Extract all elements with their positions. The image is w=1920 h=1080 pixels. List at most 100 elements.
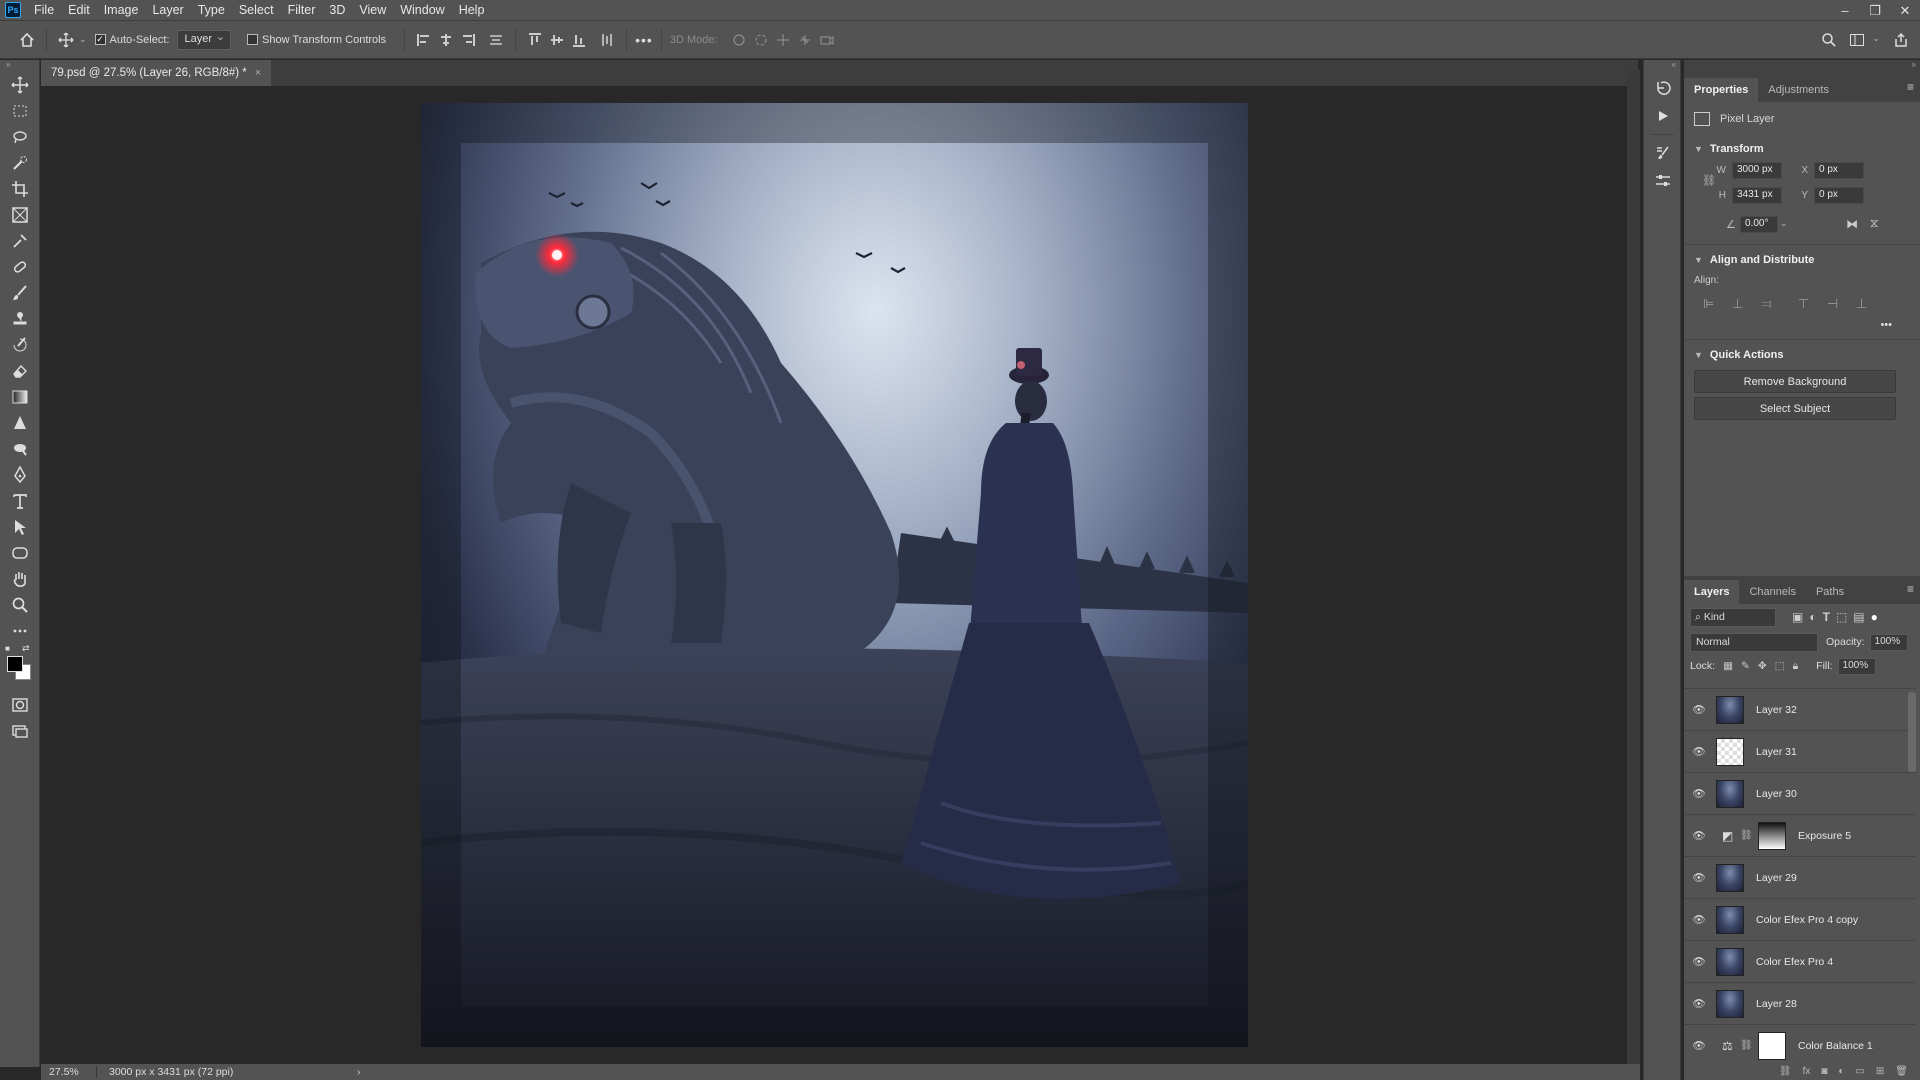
zoom-tool-icon[interactable]: [0, 592, 40, 618]
layer-row[interactable]: 👁︎ Layer 28: [1684, 982, 1916, 1024]
layer-row[interactable]: 👁︎ Color Efex Pro 4 copy: [1684, 898, 1916, 940]
brush-settings-icon[interactable]: [1644, 139, 1682, 167]
dodge-tool-icon[interactable]: [0, 436, 40, 462]
panel-collapse-icon[interactable]: »: [1684, 60, 1920, 74]
lock-artboard-icon[interactable]: ⬚: [1775, 660, 1785, 672]
move-tool-icon[interactable]: [0, 72, 40, 98]
align-section-header[interactable]: ▼ Align and Distribute: [1684, 249, 1920, 271]
marquee-tool-icon[interactable]: [0, 98, 40, 124]
layer-row[interactable]: 👁︎ Layer 32: [1684, 688, 1916, 730]
lock-position-icon[interactable]: ✥: [1758, 660, 1767, 672]
screen-mode-icon[interactable]: [0, 718, 40, 744]
align-middle-icon[interactable]: [546, 29, 568, 51]
properties-panel-menu-icon[interactable]: ≡: [1907, 80, 1914, 94]
visibility-eye-icon[interactable]: 👁︎: [1684, 1039, 1714, 1052]
swap-colors-icon[interactable]: ⇄: [22, 643, 30, 654]
layer-row[interactable]: 👁︎ Layer 30: [1684, 772, 1916, 814]
workspace-icon[interactable]: [1846, 29, 1868, 51]
default-colors-icon[interactable]: ■: [5, 644, 10, 653]
toolbar-collapse-icon[interactable]: »: [0, 60, 39, 72]
filter-toggle-icon[interactable]: ●: [1871, 610, 1878, 624]
adjustment-sliders-icon[interactable]: [1644, 167, 1682, 195]
path-selection-tool-icon[interactable]: [0, 514, 40, 540]
angle-input[interactable]: 0.00°: [1740, 216, 1778, 233]
healing-brush-tool-icon[interactable]: [0, 254, 40, 280]
flip-vertical-icon[interactable]: ⧖: [1870, 216, 1878, 231]
menu-help[interactable]: Help: [452, 0, 492, 21]
foreground-color-swatch[interactable]: [7, 656, 23, 672]
visibility-eye-icon[interactable]: 👁︎: [1684, 703, 1714, 716]
hand-tool-icon[interactable]: [0, 566, 40, 592]
3d-pan-icon[interactable]: [772, 29, 794, 51]
angle-dropdown-icon[interactable]: ⌄: [1780, 218, 1788, 229]
auto-select-target-dropdown[interactable]: Layer: [177, 29, 231, 50]
lock-image-icon[interactable]: ✎: [1741, 660, 1750, 672]
auto-select-checkbox[interactable]: ✓: [94, 34, 106, 45]
layer-row[interactable]: 👁︎ ◩ ⛓ Exposure 5: [1684, 814, 1916, 856]
tool-preset-chevron-icon[interactable]: ⌄: [79, 34, 87, 45]
actions-play-icon[interactable]: [1644, 102, 1682, 130]
layers-panel-menu-icon[interactable]: ≡: [1907, 582, 1914, 596]
shape-tool-icon[interactable]: [0, 540, 40, 566]
menu-view[interactable]: View: [352, 0, 393, 21]
tab-adjustments[interactable]: Adjustments: [1758, 78, 1839, 102]
layer-filter-kind-dropdown[interactable]: ⌕ Kind: [1690, 607, 1776, 627]
canvas-vertical-scrollbar[interactable]: [1627, 70, 1640, 1064]
tab-properties[interactable]: Properties: [1684, 78, 1759, 102]
share-icon[interactable]: [1890, 29, 1912, 51]
layer-row[interactable]: 👁︎ Color Efex Pro 4: [1684, 940, 1916, 982]
visibility-eye-icon[interactable]: 👁︎: [1684, 745, 1714, 758]
eraser-tool-icon[interactable]: [0, 358, 40, 384]
fill-input[interactable]: 100%: [1837, 657, 1876, 675]
menu-3d[interactable]: 3D: [322, 0, 352, 21]
menu-edit[interactable]: Edit: [61, 0, 97, 21]
crop-tool-icon[interactable]: [0, 176, 40, 202]
close-document-icon[interactable]: ×: [255, 67, 261, 79]
close-window-button[interactable]: ✕: [1890, 0, 1920, 21]
more-options-button[interactable]: •••: [635, 32, 653, 48]
visibility-eye-icon[interactable]: 👁︎: [1684, 871, 1714, 884]
quick-mask-icon[interactable]: [0, 692, 40, 718]
quick-selection-tool-icon[interactable]: [0, 150, 40, 176]
menu-type[interactable]: Type: [191, 0, 232, 21]
menu-image[interactable]: Image: [97, 0, 146, 21]
status-menu-arrow-icon[interactable]: ›: [257, 1066, 361, 1078]
layer-row[interactable]: 👁︎ ⚖︎ ⛓ Color Balance 1: [1684, 1024, 1916, 1066]
clone-stamp-tool-icon[interactable]: [0, 306, 40, 332]
dock-collapse-icon[interactable]: «: [1644, 60, 1680, 74]
align-left-icon[interactable]: [413, 29, 435, 51]
lasso-tool-icon[interactable]: [0, 124, 40, 150]
visibility-eye-icon[interactable]: 👁︎: [1684, 955, 1714, 968]
restore-button[interactable]: ❐: [1860, 0, 1890, 21]
flip-horizontal-icon[interactable]: ⧓: [1846, 217, 1858, 231]
align-center-icon[interactable]: [435, 29, 457, 51]
menu-select[interactable]: Select: [232, 0, 281, 21]
filter-adjustment-icon[interactable]: ◐: [1809, 610, 1816, 624]
blend-mode-dropdown[interactable]: Normal: [1690, 632, 1818, 652]
lock-transparent-icon[interactable]: ▦: [1723, 660, 1733, 672]
pen-tool-icon[interactable]: [0, 462, 40, 488]
align-vertical-centers-icon[interactable]: ⊣: [1818, 296, 1847, 312]
mask-link-icon[interactable]: ⛓: [1740, 1040, 1753, 1051]
height-input[interactable]: 3431 px: [1732, 187, 1782, 204]
delete-layer-icon[interactable]: 🗑︎: [1895, 1066, 1908, 1080]
filter-pixel-icon[interactable]: ▣: [1792, 610, 1803, 624]
lock-all-icon[interactable]: 🔒︎: [1793, 660, 1799, 673]
search-icon[interactable]: [1818, 29, 1840, 51]
align-horizontal-centers-icon[interactable]: ⊥: [1723, 296, 1752, 312]
align-top-edges-icon[interactable]: ⊤: [1789, 296, 1818, 312]
select-subject-button[interactable]: Select Subject: [1694, 397, 1896, 420]
width-input[interactable]: 3000 px: [1732, 162, 1782, 179]
home-icon[interactable]: [16, 29, 38, 51]
edit-toolbar-icon[interactable]: [0, 618, 40, 644]
type-tool-icon[interactable]: [0, 488, 40, 514]
3d-roll-icon[interactable]: [750, 29, 772, 51]
align-top-icon[interactable]: [524, 29, 546, 51]
tab-paths[interactable]: Paths: [1806, 580, 1854, 604]
menu-filter[interactable]: Filter: [281, 0, 323, 21]
tab-channels[interactable]: Channels: [1739, 580, 1805, 604]
add-mask-icon[interactable]: ◙: [1821, 1066, 1827, 1080]
layer-row[interactable]: 👁︎ Layer 31: [1684, 730, 1916, 772]
artwork-image[interactable]: [421, 103, 1248, 1047]
new-group-icon[interactable]: ▭: [1855, 1066, 1864, 1080]
